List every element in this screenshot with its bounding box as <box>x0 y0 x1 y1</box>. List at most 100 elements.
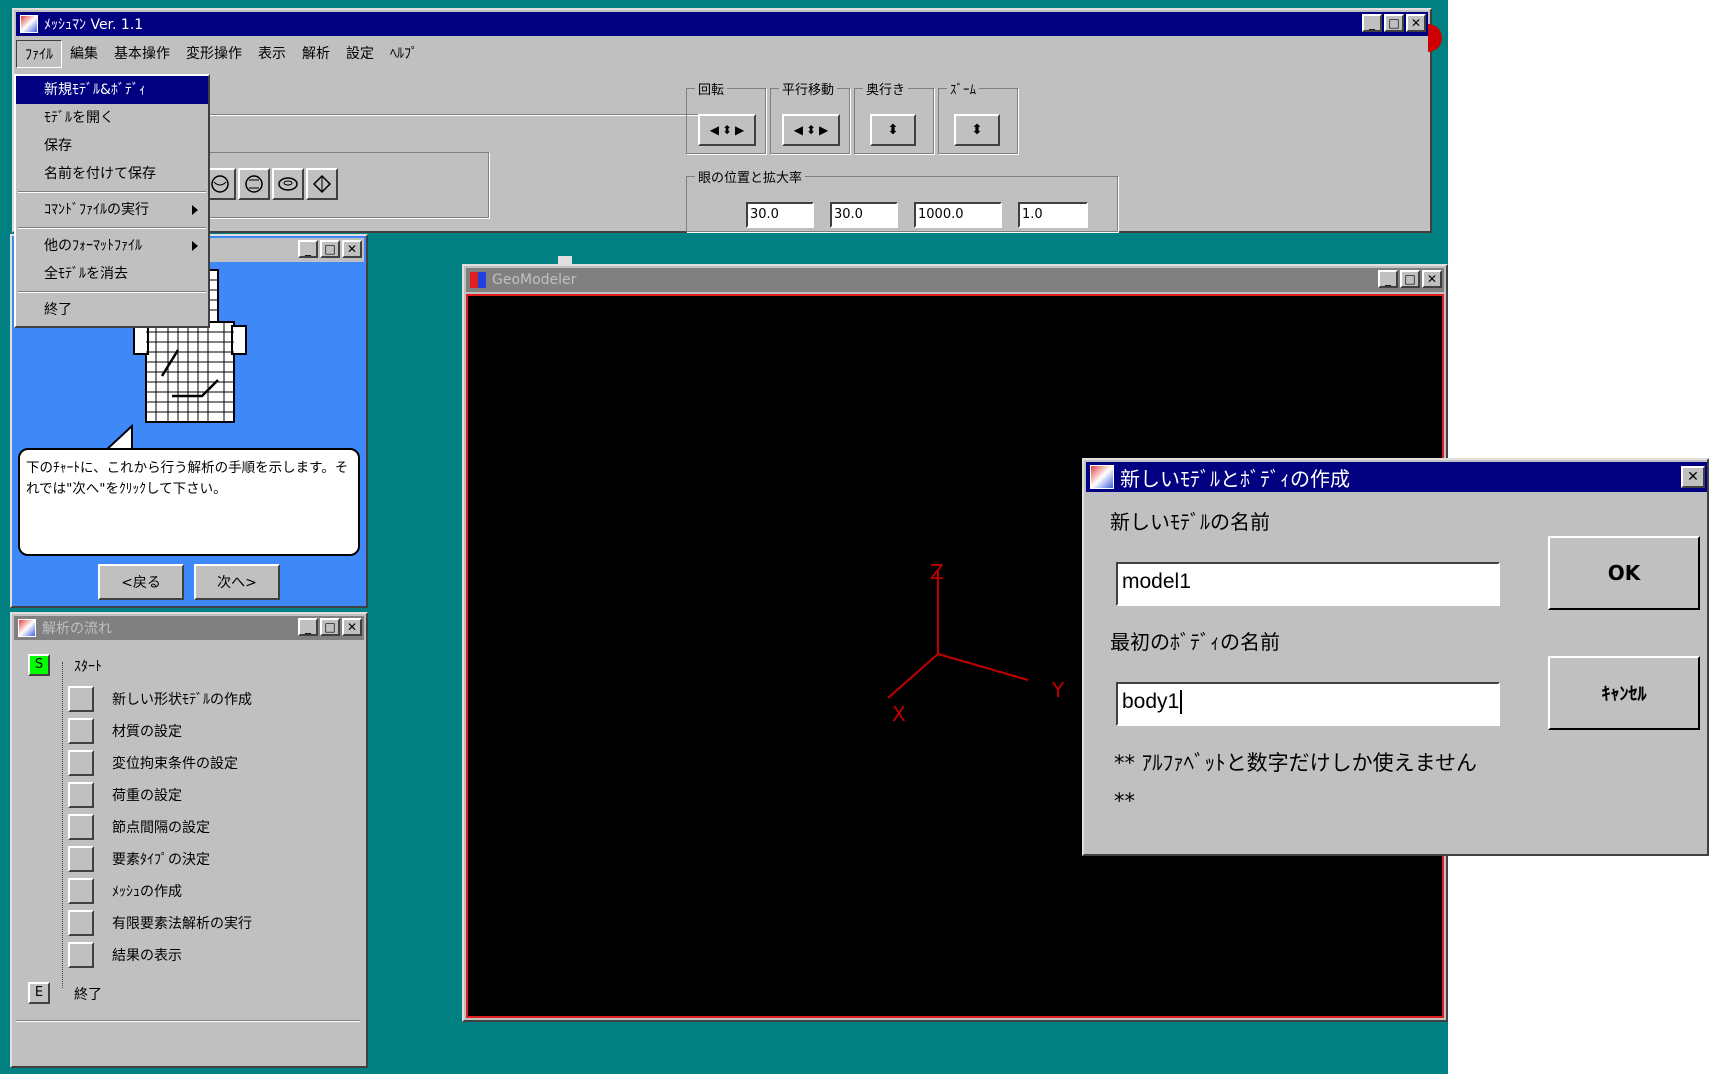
body-name-input[interactable]: body1 <box>1116 682 1500 726</box>
arrow-updown-icon: ⬍ <box>971 122 983 138</box>
step-checkbox[interactable] <box>68 750 94 776</box>
torus-tool-icon[interactable] <box>272 168 304 200</box>
eye-x-field[interactable]: 30.0 <box>746 202 814 228</box>
menu-item-new-model[interactable]: 新規ﾓﾃﾞﾙ&ﾎﾞﾃﾞｨ <box>16 76 208 104</box>
geomodeler-title: GeoModeler <box>492 272 577 288</box>
step-checkbox[interactable] <box>68 942 94 968</box>
end-label: 終了 <box>74 987 102 1003</box>
menu-item-other-format[interactable]: 他のﾌｫｰﾏｯﾄﾌｧｲﾙ <box>16 232 208 260</box>
maximize-icon[interactable]: □ <box>1400 270 1420 288</box>
next-button[interactable]: 次へ> <box>194 564 280 600</box>
depth-control[interactable]: ⬍ <box>870 114 916 146</box>
start-label: ｽﾀｰﾄ <box>74 659 102 675</box>
arrow-left-icon: ◀ <box>709 123 719 137</box>
guide-message: 下のﾁｬｰﾄに、これから行う解析の手順を示します。それでは"次へ"をｸﾘｯｸして… <box>26 460 349 497</box>
minimize-icon[interactable]: _ <box>1378 270 1398 288</box>
arrow-updown-icon: ⬍ <box>805 123 817 137</box>
main-title-bar[interactable]: ﾒｯｼｭﾏﾝ Ver. 1.1 <box>16 12 1428 36</box>
step-checkbox[interactable] <box>68 910 94 936</box>
menu-item-exit[interactable]: 終了 <box>16 296 208 324</box>
menu-edit[interactable]: 編集 <box>62 40 106 68</box>
step-label: 材質の設定 <box>112 724 182 740</box>
body-name-label: 最初のﾎﾞﾃﾞｨの名前 <box>1110 630 1280 654</box>
dialog-title-bar[interactable]: 新しいﾓﾃﾞﾙとﾎﾞﾃﾞｨの作成 <box>1086 462 1707 492</box>
menu-item-run-command-file[interactable]: ｺﾏﾝﾄﾞﾌｧｲﾙの実行 <box>16 196 208 224</box>
step-checkbox[interactable] <box>68 814 94 840</box>
step-checkbox[interactable] <box>68 878 94 904</box>
diamond-tool-icon[interactable] <box>306 168 338 200</box>
menu-separator <box>18 291 206 293</box>
menu-settings[interactable]: 設定 <box>338 40 382 68</box>
cone-tool-icon[interactable] <box>238 168 270 200</box>
menu-transform-ops[interactable]: 変形操作 <box>178 40 250 68</box>
arrow-updown-icon: ⬍ <box>721 123 733 137</box>
back-button[interactable]: <戻る <box>98 564 184 600</box>
menu-item-label: ｺﾏﾝﾄﾞﾌｧｲﾙの実行 <box>44 202 149 218</box>
step-checkbox[interactable] <box>68 782 94 808</box>
flow-step[interactable]: 結果の表示 <box>68 940 182 970</box>
translate-label: 平行移動 <box>779 79 838 98</box>
menu-item-save-as[interactable]: 名前を付けて保存 <box>16 160 208 188</box>
end-badge[interactable]: E <box>28 982 50 1004</box>
model-name-input[interactable]: model1 <box>1116 562 1500 606</box>
menu-item-save[interactable]: 保存 <box>16 132 208 160</box>
menu-view[interactable]: 表示 <box>250 40 294 68</box>
maximize-icon[interactable]: □ <box>1384 14 1404 32</box>
step-checkbox[interactable] <box>68 718 94 744</box>
cancel-button[interactable]: ｷｬﾝｾﾙ <box>1548 656 1700 730</box>
main-window: ﾒｯｼｭﾏﾝ Ver. 1.1 _ □ ✕ ﾌｧｲﾙ 編集 基本操作 変形操作 … <box>12 8 1432 233</box>
flow-step[interactable]: 要素ﾀｲﾌﾟの決定 <box>68 844 210 874</box>
flow-divider <box>16 1020 360 1022</box>
maximize-icon[interactable]: □ <box>320 618 340 636</box>
close-icon[interactable]: ✕ <box>342 240 362 258</box>
menu-item-clear-all[interactable]: 全ﾓﾃﾞﾙを消去 <box>16 260 208 288</box>
close-icon[interactable]: ✕ <box>1681 466 1705 488</box>
zoom-factor-field[interactable]: 1.0 <box>1018 202 1088 228</box>
step-checkbox[interactable] <box>68 846 94 872</box>
minimize-icon[interactable]: _ <box>298 618 318 636</box>
menu-basic-ops[interactable]: 基本操作 <box>106 40 178 68</box>
geomodeler-title-bar[interactable]: GeoModeler <box>466 268 1444 292</box>
flow-step[interactable]: 変位拘束条件の設定 <box>68 748 238 778</box>
step-label: 有限要素法解析の実行 <box>112 916 252 932</box>
flow-step[interactable]: ﾒｯｼｭの作成 <box>68 876 182 906</box>
toolbar-divider <box>204 114 734 116</box>
maximize-icon[interactable]: □ <box>320 240 340 258</box>
menu-separator <box>18 191 206 193</box>
flow-step[interactable]: 節点間隔の設定 <box>68 812 210 842</box>
flow-step[interactable]: 材質の設定 <box>68 716 182 746</box>
menu-analysis[interactable]: 解析 <box>294 40 338 68</box>
step-label: 結果の表示 <box>112 948 182 964</box>
minimize-icon[interactable]: _ <box>1362 14 1382 32</box>
start-badge[interactable]: S <box>28 654 50 676</box>
app-icon <box>1090 465 1114 489</box>
rotate-control[interactable]: ◀ ⬍ ▶ <box>698 114 756 146</box>
step-label: 新しい形状ﾓﾃﾞﾙの作成 <box>112 692 252 708</box>
flow-connector <box>62 662 63 988</box>
translate-control[interactable]: ◀ ⬍ ▶ <box>782 114 840 146</box>
flow-step[interactable]: 荷重の設定 <box>68 780 182 810</box>
menu-file[interactable]: ﾌｧｲﾙ <box>16 40 62 68</box>
ok-button[interactable]: OK <box>1548 536 1700 610</box>
flow-window: 解析の流れ _ □ ✕ S ｽﾀｰﾄ 新しい形状ﾓﾃﾞﾙの作成 材質の設定 変位… <box>10 612 368 1068</box>
main-window-title: ﾒｯｼｭﾏﾝ Ver. 1.1 <box>44 17 144 33</box>
menu-help[interactable]: ﾍﾙﾌﾟ <box>382 40 426 68</box>
flow-step[interactable]: 新しい形状ﾓﾃﾞﾙの作成 <box>68 684 252 714</box>
arrow-right-icon: ▶ <box>735 123 745 137</box>
step-checkbox[interactable] <box>68 686 94 712</box>
menu-item-open-model[interactable]: ﾓﾃﾞﾙを開く <box>16 104 208 132</box>
speech-bubble: 下のﾁｬｰﾄに、これから行う解析の手順を示します。それでは"次へ"をｸﾘｯｸして… <box>18 448 360 556</box>
eye-z-field[interactable]: 1000.0 <box>914 202 1002 228</box>
zoom-control[interactable]: ⬍ <box>954 114 1000 146</box>
step-label: 変位拘束条件の設定 <box>112 756 238 772</box>
dialog-title: 新しいﾓﾃﾞﾙとﾎﾞﾃﾞｨの作成 <box>1120 466 1350 491</box>
flow-step[interactable]: 有限要素法解析の実行 <box>68 908 252 938</box>
minimize-icon[interactable]: _ <box>298 240 318 258</box>
eye-position-label: 眼の位置と拡大率 <box>695 167 806 186</box>
submenu-arrow-icon <box>192 205 198 215</box>
menu-separator <box>18 227 206 229</box>
close-icon[interactable]: ✕ <box>342 618 362 636</box>
close-icon[interactable]: ✕ <box>1406 14 1426 32</box>
eye-y-field[interactable]: 30.0 <box>830 202 898 228</box>
close-icon[interactable]: ✕ <box>1422 270 1442 288</box>
